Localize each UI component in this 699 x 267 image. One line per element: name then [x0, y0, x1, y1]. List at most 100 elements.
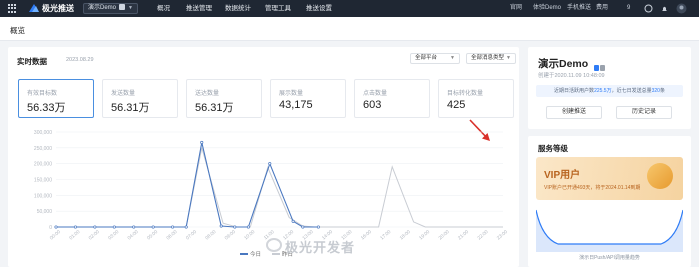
- x-tick-label: 01:00: [68, 229, 81, 242]
- y-tick-label: 250,000: [34, 146, 52, 152]
- today-point: [184, 225, 188, 229]
- y-tick-label: 300,000: [34, 130, 52, 136]
- nav-admin-tools[interactable]: 管理工具: [265, 3, 291, 14]
- x-tick-label: 17:00: [379, 229, 392, 242]
- today-point: [171, 225, 175, 229]
- today-point: [54, 225, 58, 229]
- vip-title: VIP用户: [544, 170, 581, 181]
- nav-push-management[interactable]: 推送管理: [186, 3, 212, 14]
- page-header: 概览: [0, 17, 699, 41]
- today-point: [268, 162, 272, 166]
- y-tick-label: 50,000: [37, 209, 53, 215]
- x-tick-label: 08:00: [204, 229, 217, 242]
- x-tick-label: 16:00: [360, 229, 373, 242]
- notice-dau: 225.5万: [594, 88, 612, 94]
- bell-icon[interactable]: [660, 4, 669, 13]
- x-tick-label: 02:00: [88, 229, 101, 242]
- metric-value: 56.31万: [195, 102, 234, 114]
- x-tick-label: 04:00: [127, 229, 140, 242]
- today-point: [93, 225, 97, 229]
- metric-value: 43,175: [279, 99, 313, 111]
- metric-card-conversions[interactable]: 目标转化数量 425: [438, 79, 514, 118]
- notice-text: 条: [659, 88, 665, 94]
- platform-select[interactable]: 全部平台 ▼: [410, 53, 460, 64]
- app-selector-label: 演示Demo: [88, 5, 117, 11]
- metric-label: 目标转化数量: [447, 91, 484, 97]
- vip-crown-icon: [647, 163, 673, 189]
- x-tick-label: 06:00: [165, 229, 178, 242]
- x-tick-label: 10:00: [243, 229, 256, 242]
- x-tick-label: 18:00: [399, 229, 412, 242]
- x-tick-label: 09:00: [224, 229, 237, 242]
- link-billing[interactable]: 费用: [596, 3, 608, 14]
- watermark-logo-icon: [266, 238, 282, 252]
- nav-overview[interactable]: 概况: [157, 3, 170, 14]
- notice-text: 近期日活跃用户数: [554, 88, 595, 94]
- chevron-down-icon: ▼: [128, 5, 133, 11]
- realtime-data-panel: 实时数据 2023.08.29 全部平台 ▼ 全部消息类型 ▼ 有效目标数 56.3…: [8, 47, 519, 267]
- history-button[interactable]: 历史记录: [616, 106, 672, 119]
- today-point: [219, 224, 223, 228]
- logo-icon: [29, 4, 39, 12]
- y-tick-label: 0: [49, 225, 52, 231]
- usage-trend-chart: [536, 209, 683, 252]
- metric-label: 有效目标数: [27, 91, 58, 97]
- series-line-today: [56, 142, 319, 228]
- notification-count[interactable]: 9: [627, 3, 630, 14]
- metric-card-clicks[interactable]: 点击数量 603: [354, 79, 430, 118]
- app-grid-icon[interactable]: [8, 4, 17, 13]
- section-title: 实时数据: [17, 57, 47, 66]
- link-demo[interactable]: 体验Demo: [533, 3, 561, 14]
- x-tick-label: 22:00: [476, 229, 489, 242]
- x-tick-label: 23:00: [496, 229, 509, 242]
- brand-name[interactable]: 极光推送: [42, 3, 74, 14]
- x-tick-label: 20:00: [438, 229, 451, 242]
- page-title: 概览: [10, 26, 25, 35]
- help-icon[interactable]: [644, 4, 653, 13]
- metric-card-sent[interactable]: 发送数量 56.31万: [102, 79, 178, 118]
- link-mobile-push[interactable]: 手机推送: [567, 3, 591, 14]
- notice-weekly-count: 320: [651, 88, 660, 94]
- legend-today[interactable]: 今日: [240, 250, 261, 258]
- message-type-select[interactable]: 全部消息类型 ▼: [466, 53, 516, 64]
- legend-label: 今日: [250, 252, 262, 258]
- app-name: 演示Demo: [538, 58, 589, 70]
- today-point: [233, 225, 237, 229]
- today-point: [151, 225, 155, 229]
- section-date: 2023.08.29: [66, 57, 94, 63]
- legend-swatch: [240, 253, 248, 255]
- today-point: [200, 140, 204, 145]
- y-tick-label: 200,000: [34, 162, 52, 168]
- avatar[interactable]: [676, 3, 687, 14]
- create-push-button[interactable]: 创建推送: [546, 106, 602, 119]
- app-selector[interactable]: 演示Demo ▼: [83, 3, 138, 14]
- today-point: [132, 225, 136, 229]
- y-tick-label: 100,000: [34, 193, 52, 199]
- app-usage-notice: 近期日活跃用户数225.5万，近七日发送总量320条: [536, 85, 683, 97]
- app-info-panel: 演示Demo 创建于2020.11.09 10:48:09 近期日活跃用户数22…: [528, 47, 691, 129]
- metric-card-targets[interactable]: 有效目标数 56.33万: [18, 79, 94, 118]
- metric-value: 603: [363, 99, 382, 111]
- link-website[interactable]: 官网: [510, 3, 522, 14]
- nav-push-settings[interactable]: 推送设置: [306, 3, 332, 14]
- metric-card-delivered[interactable]: 送达数量 56.31万: [186, 79, 262, 118]
- metric-card-displayed[interactable]: 展示数量 43,175: [270, 79, 346, 118]
- x-tick-label: 07:00: [185, 229, 198, 242]
- metric-value: 56.31万: [111, 102, 150, 114]
- today-point: [291, 219, 295, 223]
- realtime-line-chart: 300,000 250,000 200,000 150,000 100,000 50,00…: [34, 130, 509, 242]
- message-type-select-value: 全部消息类型: [471, 55, 505, 61]
- metric-label: 发送数量: [111, 91, 136, 97]
- metric-value: 425: [447, 99, 466, 111]
- today-point: [301, 225, 305, 229]
- chevron-down-icon: ▼: [450, 55, 455, 61]
- vip-card: VIP用户 VIP账户已开通493天，将于2024.01.14到期: [536, 157, 683, 200]
- watermark: 极光开发者: [285, 240, 356, 255]
- today-point: [112, 225, 116, 229]
- legend-swatch: [272, 253, 280, 255]
- chevron-down-icon: ▼: [506, 55, 511, 61]
- top-navigation-bar: 极光推送 演示Demo ▼ 概况 推送管理 数据统计 管理工具 推送设置 官网 体…: [0, 0, 699, 17]
- x-tick-label: 05:00: [146, 229, 159, 242]
- vip-description: VIP账户已开通493天，将于2024.01.14到期: [544, 185, 641, 191]
- nav-data-statistics[interactable]: 数据统计: [225, 3, 251, 14]
